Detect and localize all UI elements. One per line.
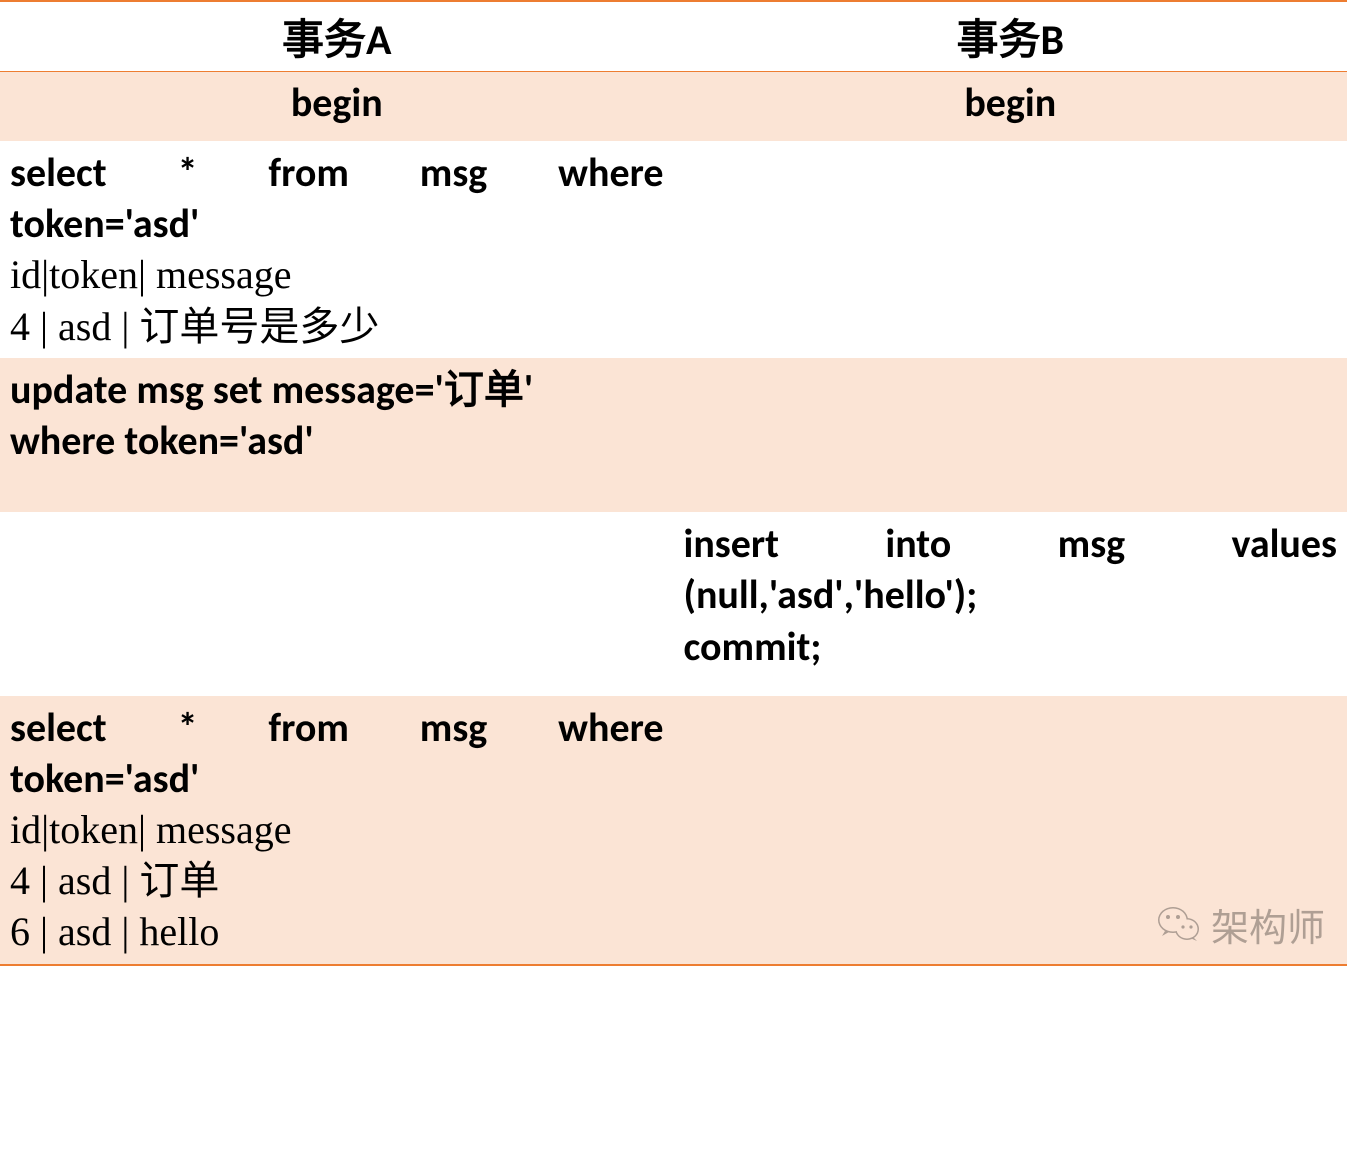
step-2-col-b xyxy=(674,358,1347,512)
result-row: 4 | asd | 订单 xyxy=(10,855,664,906)
result-header: id|token| message xyxy=(10,249,664,300)
begin-row: begin begin xyxy=(0,72,1347,142)
sql-line: update msg set message='订单' xyxy=(10,364,664,415)
watermark-text: 架构师 xyxy=(1211,897,1325,952)
step-3-col-b: insert into msg values (null,'asd','hell… xyxy=(674,512,1347,696)
header-col-b: 事务B xyxy=(674,1,1347,72)
header-row: 事务A 事务B xyxy=(0,1,1347,72)
sql-line: insert into msg values xyxy=(684,518,1338,569)
result-header: id|token| message xyxy=(10,804,664,855)
sql-commit: commit; xyxy=(684,621,1338,672)
sql-line: where token='asd' xyxy=(10,415,664,466)
result-row: 6 | asd | hello xyxy=(10,906,664,957)
step-1-row: select * from msg where token='asd' id|t… xyxy=(0,141,1347,358)
watermark: 架构师 xyxy=(1157,897,1325,952)
sql-insert: insert into msg values (null,'asd','hell… xyxy=(684,518,1338,620)
step-1-col-a: select * from msg where token='asd' id|t… xyxy=(0,141,674,358)
begin-a: begin xyxy=(0,72,674,142)
step-4-col-a: select * from msg where token='asd' id|t… xyxy=(0,696,674,965)
result-row: 4 | asd | 订单号是多少 xyxy=(10,301,664,352)
sql-line: select * from msg where xyxy=(10,147,664,198)
step-3-col-a xyxy=(0,512,674,696)
sql-line: token='asd' xyxy=(10,199,199,248)
step-2-row: update msg set message='订单' where token=… xyxy=(0,358,1347,512)
begin-b: begin xyxy=(674,72,1347,142)
wechat-icon xyxy=(1157,904,1201,944)
header-col-a: 事务A xyxy=(0,1,674,72)
step-2-col-a: update msg set message='订单' where token=… xyxy=(0,358,674,512)
sql-select-1: select * from msg where token='asd' xyxy=(10,147,664,249)
sql-line: token='asd' xyxy=(10,754,199,803)
sql-select-2: select * from msg where token='asd' xyxy=(10,702,664,804)
transaction-table: 事务A 事务B begin begin select * from msg wh… xyxy=(0,0,1347,966)
sql-line: (null,'asd','hello'); xyxy=(684,570,978,619)
sql-line: select * from msg where xyxy=(10,702,664,753)
step-1-col-b xyxy=(674,141,1347,358)
result-2: id|token| message 4 | asd | 订单 6 | asd |… xyxy=(10,804,664,958)
result-1: id|token| message 4 | asd | 订单号是多少 xyxy=(10,249,664,351)
step-4-row: select * from msg where token='asd' id|t… xyxy=(0,696,1347,965)
step-3-row: insert into msg values (null,'asd','hell… xyxy=(0,512,1347,696)
sql-update: update msg set message='订单' where token=… xyxy=(10,364,664,466)
